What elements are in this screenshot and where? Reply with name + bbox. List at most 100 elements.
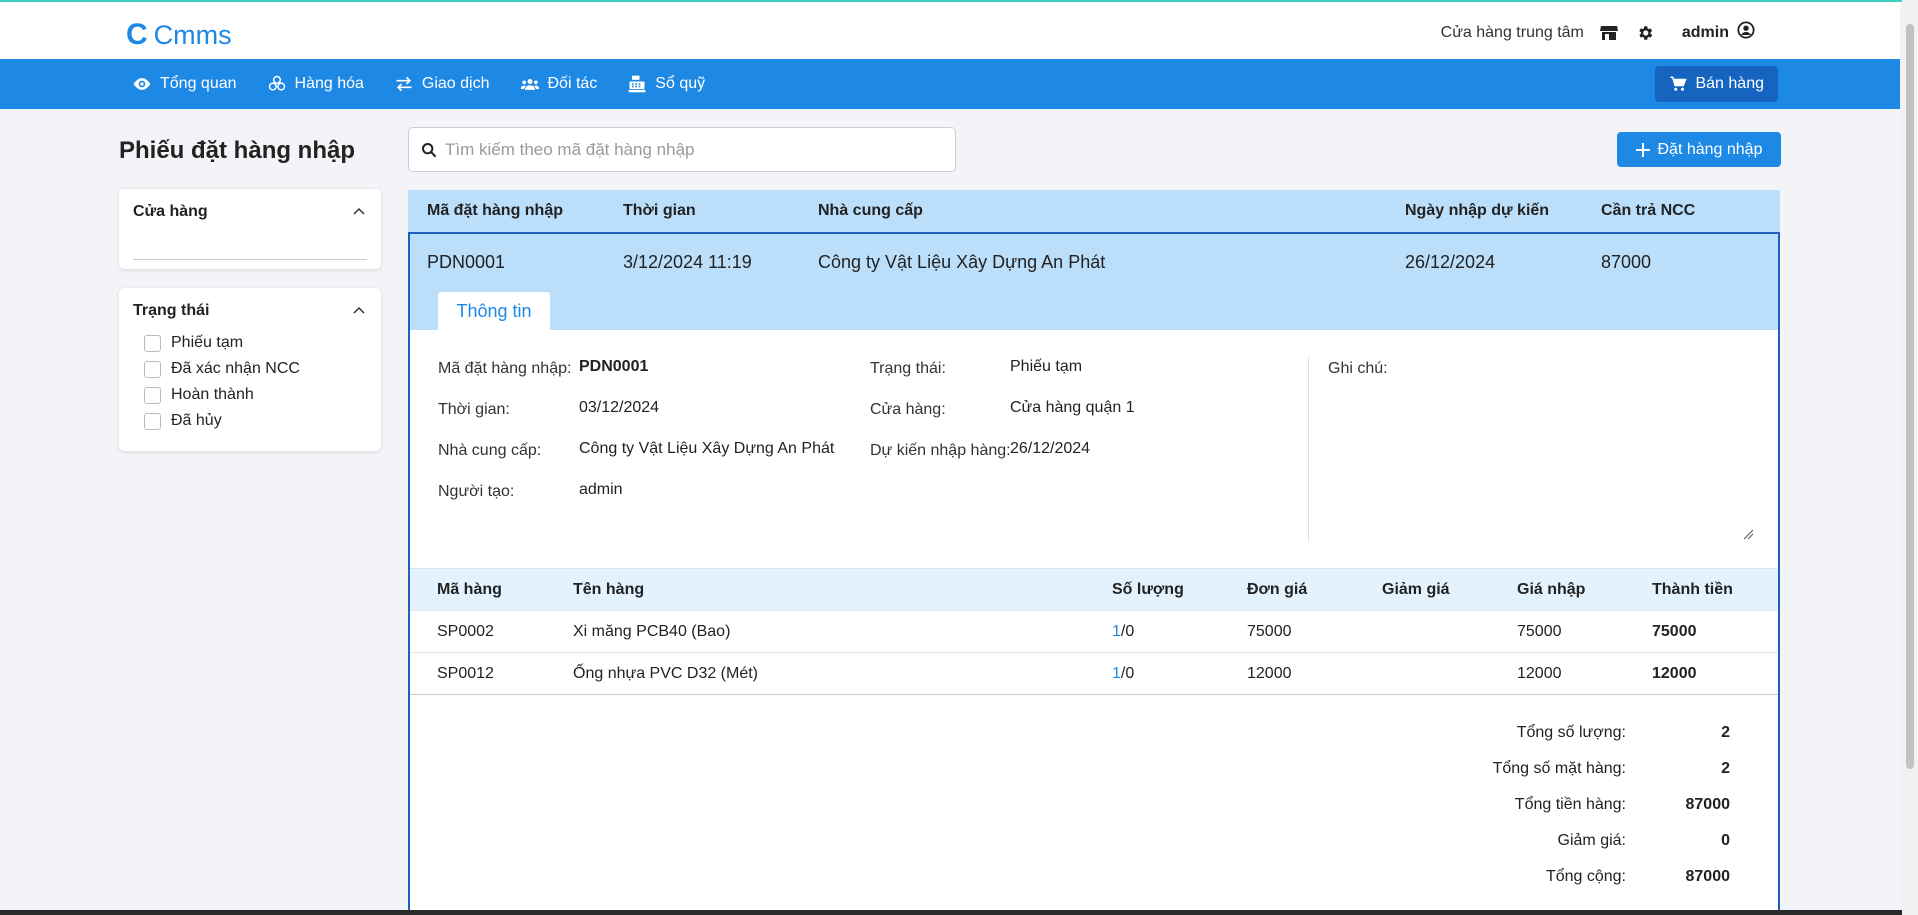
label-supplier: Nhà cung cấp: (438, 442, 542, 459)
nav-item-transactions[interactable]: Giao dịch (394, 74, 490, 94)
nav-items: Tổng quan Hàng hóa Giao dịch Đối tác Sổ … (132, 59, 705, 109)
status-filter-title: Trạng thái (133, 302, 210, 319)
quantity-received: /0 (1120, 665, 1135, 682)
label-creator: Người tạo: (438, 483, 515, 500)
resize-handle-icon[interactable] (1742, 528, 1754, 540)
search-box[interactable] (408, 127, 956, 172)
checkbox[interactable] (144, 334, 161, 352)
item-unit-price: 75000 (1247, 623, 1292, 640)
username: admin (1681, 23, 1729, 41)
users-icon (520, 79, 539, 90)
checkbox[interactable] (144, 412, 161, 430)
status-filter-header[interactable]: Trạng thái (133, 302, 367, 320)
item-code: SP0002 (437, 623, 494, 640)
value-status: Phiếu tạm (1010, 358, 1083, 375)
summary-value: 2 (1721, 760, 1730, 777)
main-navbar: Tổng quan Hàng hóa Giao dịch Đối tác Sổ … (0, 59, 1900, 109)
checkbox-label: Đã xác nhận NCC (171, 360, 300, 377)
checkbox[interactable] (144, 386, 161, 404)
user-menu[interactable]: admin (1682, 21, 1755, 44)
order-payable: 87000 (1601, 252, 1652, 272)
nav-item-goods[interactable]: Hàng hóa (267, 74, 364, 94)
store-filter-input[interactable] (133, 259, 367, 260)
item-name: Xi măng PCB40 (Bao) (573, 623, 731, 640)
column-header-quantity: Số lượng (1112, 581, 1184, 598)
status-option-draft[interactable]: Phiếu tạm (144, 334, 367, 352)
status-filter-panel: Trạng thái Phiếu tạm Đã xác nhận NCC Hoà… (119, 288, 381, 451)
item-line-total: 12000 (1652, 665, 1697, 682)
page-scrollbar[interactable] (1902, 0, 1918, 915)
page-title: Phiếu đặt hàng nhập (119, 137, 356, 164)
user-circle-icon (1737, 21, 1755, 44)
divider (1308, 356, 1309, 542)
checkbox-label: Hoàn thành (171, 386, 254, 403)
status-option-confirmed[interactable]: Đã xác nhận NCC (144, 360, 367, 378)
store-icon[interactable] (1598, 22, 1620, 44)
tab-info[interactable]: Thông tin (438, 292, 550, 330)
value-store: Cửa hàng quận 1 (1010, 399, 1135, 416)
plus-icon (1635, 142, 1650, 157)
logo[interactable]: C Cmms (126, 18, 232, 52)
search-input[interactable] (445, 139, 925, 160)
order-code: PDN0001 (427, 252, 506, 272)
divider (410, 694, 1778, 695)
item-unit-price: 12000 (1247, 665, 1292, 682)
sell-button-label: Bán hàng (1695, 75, 1764, 92)
add-purchase-order-button[interactable]: Đặt hàng nhập (1617, 132, 1781, 167)
table-row[interactable]: SP0002 Xi măng PCB40 (Bao) 1/0 75000 750… (410, 610, 1778, 652)
label-order-code: Mã đặt hàng nhập: (438, 360, 572, 377)
label-note: Ghi chú: (1328, 360, 1388, 377)
column-header-import-price: Giá nhập (1517, 581, 1586, 598)
cash-register-icon (628, 75, 646, 93)
table-row[interactable]: PDN0001 3/12/2024 11:19 Công ty Vật Liệu… (410, 234, 1778, 330)
column-header-time[interactable]: Thời gian (623, 190, 696, 232)
nav-label: Đối tác (547, 75, 598, 92)
store-filter-title: Cửa hàng (133, 203, 208, 220)
store-filter-header[interactable]: Cửa hàng (133, 203, 367, 221)
column-header-item-name: Tên hàng (573, 581, 645, 598)
item-import-price: 75000 (1517, 623, 1562, 640)
table-row[interactable]: SP0012 Ống nhựa PVC D32 (Mét) 1/0 12000 … (410, 652, 1778, 694)
items-table-header: Mã hàng Tên hàng Số lượng Đơn giá Giảm g… (410, 568, 1778, 610)
value-supplier: Công ty Vật Liệu Xây Dựng An Phát (579, 440, 835, 457)
nav-item-cashbook[interactable]: Sổ quỹ (627, 74, 705, 94)
sell-button[interactable]: Bán hàng (1655, 66, 1778, 102)
value-creator: admin (579, 481, 623, 498)
quantity-ordered[interactable]: 1 (1112, 623, 1121, 640)
taskbar-strip (0, 910, 1902, 915)
gear-icon[interactable] (1634, 22, 1656, 44)
chevron-up-icon[interactable] (351, 204, 367, 220)
checkbox[interactable] (144, 360, 161, 378)
nav-label: Tổng quan (160, 75, 237, 92)
current-store[interactable]: Cửa hàng trung tâm (1441, 24, 1584, 42)
column-header-supplier[interactable]: Nhà cung cấp (818, 190, 923, 232)
checkbox-label: Phiếu tạm (171, 334, 244, 351)
order-time: 3/12/2024 11:19 (623, 252, 752, 272)
status-option-completed[interactable]: Hoàn thành (144, 386, 367, 404)
column-header-discount: Giảm giá (1382, 581, 1450, 598)
quantity-ordered[interactable]: 1 (1112, 665, 1121, 682)
summary-value: 87000 (1685, 796, 1731, 813)
column-header-payable[interactable]: Cần trả NCC (1601, 190, 1695, 232)
header: C Cmms Cửa hàng trung tâm admin (0, 2, 1900, 59)
exchange-icon (396, 76, 412, 92)
label-status: Trạng thái: (870, 360, 946, 377)
column-header-code[interactable]: Mã đặt hàng nhập (427, 190, 563, 232)
add-button-label: Đặt hàng nhập (1657, 140, 1763, 158)
summary-value: 0 (1721, 832, 1730, 849)
column-header-unit-price: Đơn giá (1247, 581, 1308, 598)
nav-item-partners[interactable]: Đối tác (520, 74, 598, 94)
logo-mark: C (126, 18, 148, 51)
column-header-expected-date[interactable]: Ngày nhập dự kiến (1405, 190, 1549, 232)
logo-text: Cmms (153, 19, 232, 50)
item-name: Ống nhựa PVC D32 (Mét) (573, 665, 759, 682)
status-option-cancelled[interactable]: Đã hủy (144, 412, 367, 430)
order-supplier: Công ty Vật Liệu Xây Dựng An Phát (818, 252, 1106, 272)
column-header-line-total: Thành tiền (1652, 581, 1733, 598)
summary-label: Giảm giá: (1557, 832, 1626, 849)
summary-label: Tổng số lượng: (1516, 724, 1626, 741)
nav-item-overview[interactable]: Tổng quan (132, 74, 237, 94)
chevron-up-icon[interactable] (351, 303, 367, 319)
boxes-icon (268, 75, 285, 91)
scrollbar-thumb[interactable] (1906, 24, 1914, 769)
